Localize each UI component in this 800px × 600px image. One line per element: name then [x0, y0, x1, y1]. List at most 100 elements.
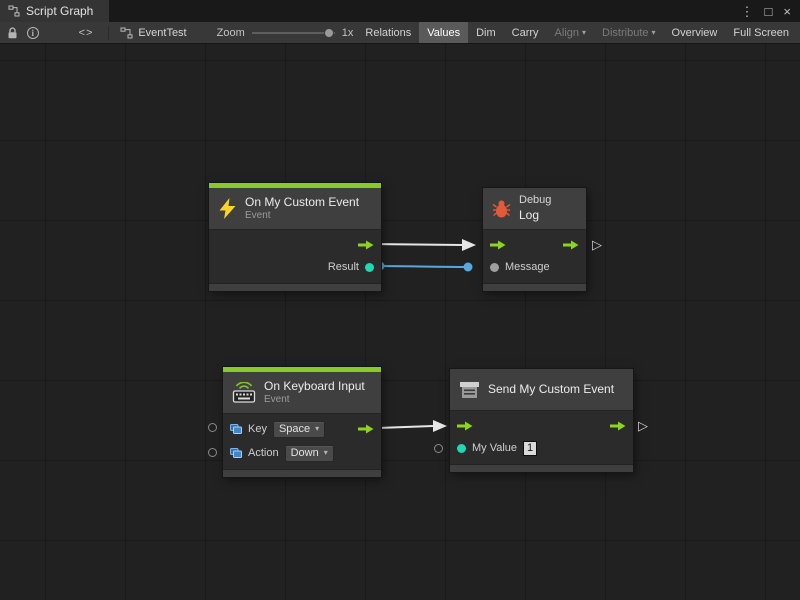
- zoom-slider-thumb[interactable]: [324, 28, 334, 38]
- port-row: [483, 234, 586, 256]
- align-button[interactable]: Align ▾: [547, 22, 594, 43]
- port-row: Key Space ▾: [223, 418, 381, 440]
- node-title: On My Custom Event: [245, 195, 359, 210]
- my-value-unconnected-port[interactable]: [434, 444, 443, 453]
- port-row: [450, 415, 633, 437]
- toolbar-divider: [108, 26, 109, 40]
- message-input-port[interactable]: [490, 263, 499, 272]
- node-body: My Value: [450, 410, 633, 464]
- graph-name-label: EventTest: [138, 27, 186, 39]
- node-on-my-custom-event[interactable]: On My Custom Event Event Result: [209, 183, 381, 291]
- node-header[interactable]: On My Custom Event Event: [209, 188, 381, 229]
- node-send-my-custom-event[interactable]: Send My Custom Event My Value: [450, 369, 633, 472]
- flow-input-port[interactable]: [457, 421, 473, 431]
- flow-wire-arrowhead: [462, 239, 476, 251]
- code-icon: <>: [79, 27, 94, 39]
- message-port-label: Message: [505, 261, 550, 273]
- my-value-port-label: My Value: [472, 442, 517, 454]
- toolbar-buttons: Relations Values Dim Carry Align ▾ Distr…: [357, 22, 797, 43]
- send-event-icon: [459, 381, 480, 399]
- node-footer: [483, 283, 586, 291]
- graph-toolbar: i <> EventTest Zoom 1x Relations Values …: [0, 22, 800, 44]
- node-title: Send My Custom Event: [488, 382, 614, 397]
- flow-wire-custom-event-to-log[interactable]: [374, 244, 462, 245]
- port-row: My Value: [450, 437, 633, 459]
- key-unconnected-port[interactable]: [208, 423, 217, 432]
- value-wire-result-to-message[interactable]: [372, 266, 468, 267]
- keycode-type-icon: [230, 424, 242, 434]
- node-header[interactable]: Send My Custom Event: [450, 369, 633, 410]
- action-dropdown[interactable]: Down ▾: [285, 445, 334, 462]
- close-icon[interactable]: ×: [783, 5, 791, 18]
- action-port-label: Action: [248, 447, 279, 459]
- keyboard-icon: [232, 382, 256, 403]
- distribute-label: Distribute: [602, 27, 648, 39]
- chevron-down-icon: ▾: [315, 424, 319, 433]
- port-row: Message: [483, 256, 586, 278]
- flow-wire-keyboard-to-send[interactable]: [376, 426, 433, 428]
- flow-output-port[interactable]: [563, 240, 579, 250]
- flow-continue-icon[interactable]: ▷: [592, 238, 602, 251]
- maximize-icon[interactable]: □: [765, 5, 773, 18]
- flow-input-port[interactable]: [490, 240, 506, 250]
- lock-button[interactable]: [3, 22, 23, 43]
- node-footer: [223, 469, 381, 477]
- connection-wires: [0, 44, 800, 600]
- graph-canvas[interactable]: On My Custom Event Event Result: [0, 44, 800, 600]
- distribute-button[interactable]: Distribute ▾: [594, 22, 663, 43]
- code-view-button[interactable]: <>: [71, 22, 102, 43]
- window-menu-icon[interactable]: ⋮: [741, 5, 754, 18]
- flow-output-port[interactable]: [358, 424, 374, 434]
- flow-continue-icon[interactable]: ▷: [638, 419, 648, 432]
- window-controls: ⋮ □ ×: [732, 0, 800, 22]
- action-unconnected-port[interactable]: [208, 448, 217, 457]
- my-value-input-port[interactable]: [457, 444, 466, 453]
- result-port-label: Result: [328, 261, 359, 273]
- carry-label: Carry: [512, 27, 539, 39]
- values-button[interactable]: Values: [419, 22, 468, 43]
- node-header[interactable]: Debug Log: [483, 188, 586, 229]
- overview-label: Overview: [672, 27, 718, 39]
- zoom-slider[interactable]: [252, 32, 335, 34]
- port-row: [209, 234, 381, 256]
- node-title: Log: [519, 208, 551, 223]
- value-wire-endpoint: [464, 263, 473, 272]
- port-row: Result: [209, 256, 381, 278]
- node-header[interactable]: On Keyboard Input Event: [223, 372, 381, 413]
- tab-title: Script Graph: [26, 4, 93, 18]
- titlebar: Script Graph ⋮ □ ×: [0, 0, 800, 22]
- port-row: Action Down ▾: [223, 442, 381, 464]
- node-on-keyboard-input[interactable]: On Keyboard Input Event Key Space ▾: [223, 367, 381, 477]
- inspect-button[interactable]: i: [23, 22, 43, 43]
- relations-label: Relations: [365, 27, 411, 39]
- node-body: Message: [483, 229, 586, 283]
- chevron-down-icon: ▾: [652, 28, 656, 37]
- script-graph-icon: [8, 5, 20, 17]
- lock-icon: [7, 27, 18, 39]
- fullscreen-button[interactable]: Full Screen: [725, 22, 797, 43]
- node-subtitle: Event: [264, 394, 365, 407]
- graph-asset-button[interactable]: EventTest: [116, 27, 190, 39]
- key-dropdown[interactable]: Space ▾: [273, 421, 325, 438]
- node-footer: [209, 283, 381, 291]
- carry-button[interactable]: Carry: [504, 22, 547, 43]
- lightning-bolt-icon: [218, 198, 237, 219]
- dim-button[interactable]: Dim: [468, 22, 504, 43]
- dim-label: Dim: [476, 27, 496, 39]
- graph-asset-icon: [120, 27, 133, 39]
- result-output-port[interactable]: [365, 263, 374, 272]
- node-body: Result: [209, 229, 381, 283]
- chevron-down-icon: ▾: [582, 28, 586, 37]
- relations-button[interactable]: Relations: [357, 22, 419, 43]
- zoom-value: 1x: [342, 27, 354, 39]
- flow-output-port[interactable]: [610, 421, 626, 431]
- my-value-input[interactable]: [523, 441, 537, 456]
- flow-output-port[interactable]: [358, 240, 374, 250]
- node-category: Debug: [519, 194, 551, 208]
- flow-wire-arrowhead: [433, 420, 447, 432]
- node-debug-log[interactable]: Debug Log Message: [483, 188, 586, 291]
- tab-script-graph[interactable]: Script Graph: [0, 0, 109, 22]
- overview-button[interactable]: Overview: [664, 22, 726, 43]
- node-title: On Keyboard Input: [264, 379, 365, 394]
- values-label: Values: [427, 27, 460, 39]
